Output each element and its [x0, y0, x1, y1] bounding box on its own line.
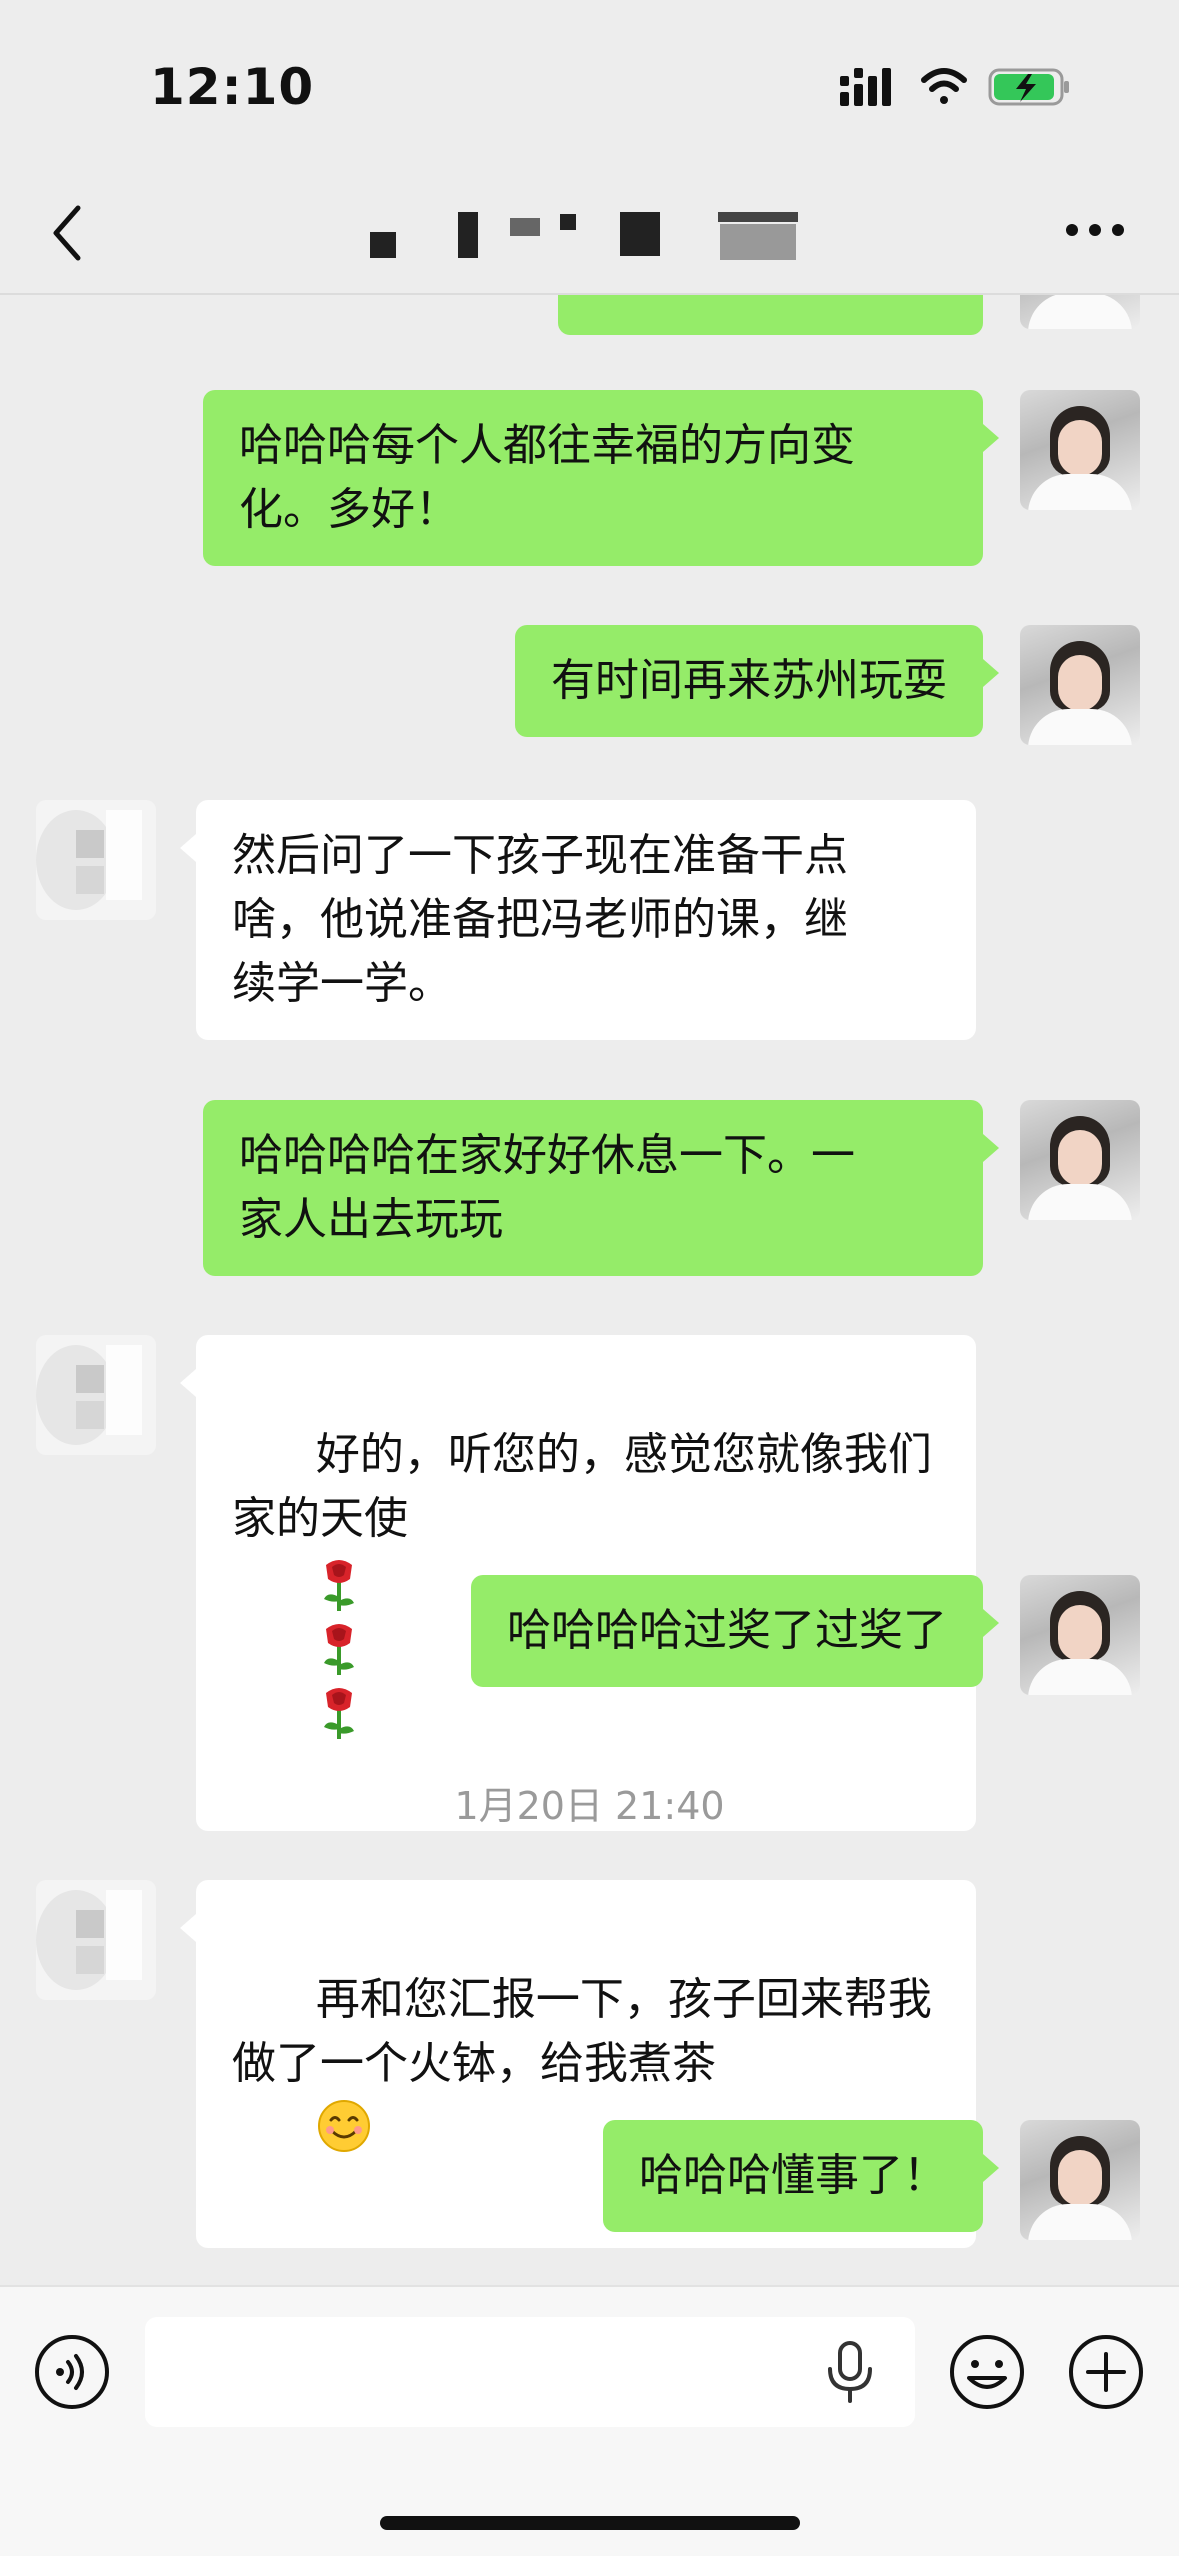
- message-row: [0, 295, 1179, 335]
- my-avatar[interactable]: [1020, 295, 1140, 329]
- message-bubble[interactable]: 哈哈哈哈过奖了过奖了: [471, 1575, 983, 1687]
- status-icons: [840, 68, 1069, 106]
- chat-title-redacted: [370, 210, 810, 260]
- battery-charging-icon: [988, 68, 1069, 106]
- message-row: 哈哈哈懂事了！: [0, 2120, 1179, 2245]
- wifi-icon: [921, 68, 967, 104]
- chat-header: [0, 170, 1179, 295]
- message-bubble[interactable]: 有时间再来苏州玩耍: [515, 625, 983, 737]
- message-text: 好的，听您的，感觉您就像我们 家的天使: [232, 1429, 932, 1544]
- microphone-icon[interactable]: [820, 2339, 880, 2405]
- contact-avatar[interactable]: [36, 1335, 156, 1455]
- message-bubble[interactable]: 哈哈哈懂事了！: [603, 2120, 983, 2232]
- chevron-left-icon[interactable]: [40, 198, 100, 268]
- message-row: 好的，听您的，感觉您就像我们 家的天使: [0, 1335, 1179, 1831]
- plus-icon[interactable]: [1066, 2332, 1146, 2412]
- contact-avatar[interactable]: [36, 800, 156, 920]
- my-avatar[interactable]: [1020, 1100, 1140, 1220]
- message-row: 哈哈哈每个人都往幸福的方向变 化。多好！: [0, 390, 1179, 580]
- home-indicator[interactable]: [380, 2516, 800, 2530]
- status-time: 12:10: [150, 58, 315, 116]
- message-row: 有时间再来苏州玩耍: [0, 625, 1179, 750]
- message-bubble[interactable]: 哈哈哈哈在家好好休息一下。一 家人出去玩玩: [203, 1100, 983, 1276]
- more-icon[interactable]: [1060, 210, 1130, 250]
- my-avatar[interactable]: [1020, 390, 1140, 510]
- message-input[interactable]: [145, 2317, 915, 2427]
- voice-mode-icon[interactable]: [32, 2332, 112, 2412]
- status-bar: 12:10: [0, 0, 1179, 170]
- message-bubble[interactable]: [558, 295, 983, 335]
- chat-message-list[interactable]: 哈哈哈每个人都往幸福的方向变 化。多好！ 有时间再来苏州玩耍 然后问了一下孩子现…: [0, 295, 1179, 2285]
- my-avatar[interactable]: [1020, 1575, 1140, 1695]
- message-row: 然后问了一下孩子现在准备干点 啥，他说准备把冯老师的课，继 续学一学。: [0, 800, 1179, 1060]
- my-avatar[interactable]: [1020, 2120, 1140, 2240]
- my-avatar[interactable]: [1020, 625, 1140, 745]
- message-row: 哈哈哈哈过奖了过奖了: [0, 1575, 1179, 1700]
- message-row: 哈哈哈哈在家好好休息一下。一 家人出去玩玩: [0, 1100, 1179, 1290]
- signal-icon: [840, 68, 891, 106]
- message-row: 再和您汇报一下，孩子回来帮我 做了一个火钵，给我煮茶: [0, 1880, 1179, 2248]
- message-bubble[interactable]: 哈哈哈每个人都往幸福的方向变 化。多好！: [203, 390, 983, 566]
- message-timestamp: 1月20日 21:40: [454, 1784, 725, 1828]
- emoji-icon[interactable]: [947, 2332, 1027, 2412]
- contact-avatar[interactable]: [36, 1880, 156, 2000]
- message-bubble[interactable]: 然后问了一下孩子现在准备干点 啥，他说准备把冯老师的课，继 续学一学。: [196, 800, 976, 1040]
- message-text: 再和您汇报一下，孩子回来帮我 做了一个火钵，给我煮茶: [232, 1974, 932, 2089]
